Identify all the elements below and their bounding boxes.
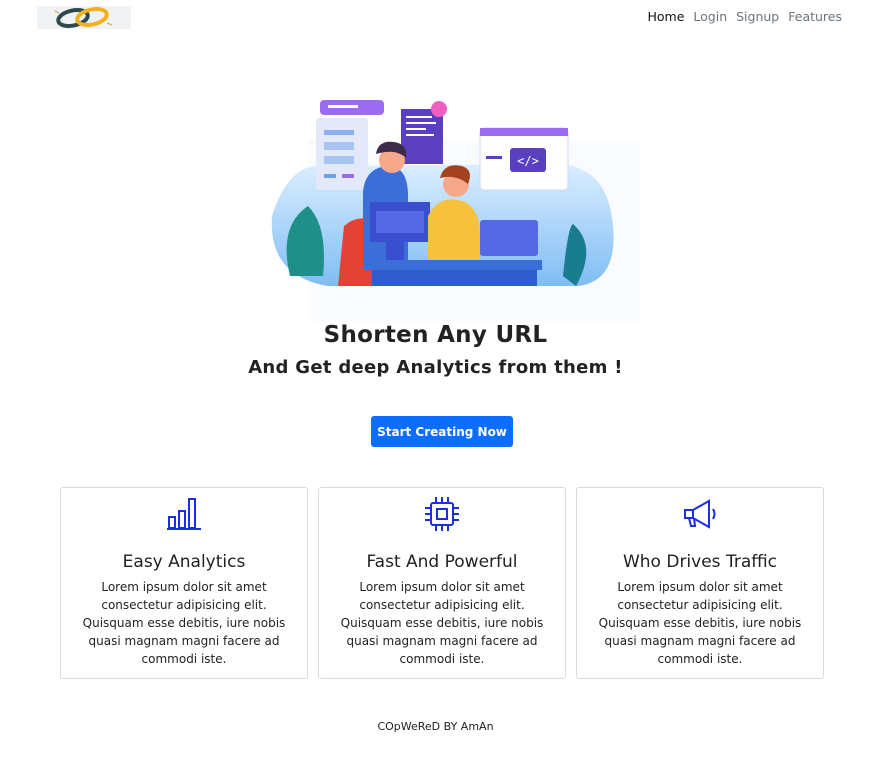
feature-card-analytics: Easy Analytics Lorem ipsum dolor sit ame…: [60, 487, 308, 679]
feature-text: Lorem ipsum dolor sit amet consectetur a…: [598, 580, 802, 666]
features-section: Easy Analytics Lorem ipsum dolor sit ame…: [60, 487, 824, 679]
feature-title: Easy Analytics: [122, 552, 246, 572]
navbar: Home Login Signup Features: [0, 0, 871, 34]
start-creating-button[interactable]: Start Creating Now: [371, 416, 513, 447]
nav-link-login[interactable]: Login: [693, 9, 727, 24]
feature-card-traffic: Who Drives Traffic Lorem ipsum dolor sit…: [576, 487, 824, 679]
hero-title: Shorten Any URL: [323, 322, 548, 348]
megaphone-icon: [577, 496, 823, 532]
feature-title: Who Drives Traffic: [622, 552, 778, 572]
feature-text: Lorem ipsum dolor sit amet consectetur a…: [82, 580, 286, 666]
nav-link-signup[interactable]: Signup: [736, 9, 779, 24]
bar-chart-icon: [61, 496, 307, 532]
nav-link-features[interactable]: Features: [788, 9, 842, 24]
feature-title: Fast And Powerful: [366, 552, 518, 572]
svg-text:</>: </>: [517, 154, 539, 168]
nav-links: Home Login Signup Features: [647, 9, 842, 24]
hero-subtitle: And Get deep Analytics from them !: [248, 357, 623, 378]
chain-link-logo[interactable]: [37, 6, 131, 29]
feature-text: Lorem ipsum dolor sit amet consectetur a…: [340, 580, 544, 666]
cpu-chip-icon: [319, 496, 565, 532]
feature-card-fast: Fast And Powerful Lorem ipsum dolor sit …: [318, 487, 566, 679]
nav-link-home[interactable]: Home: [647, 9, 684, 24]
hero-illustration: </>: [268, 96, 640, 322]
footer-credit: COpWeReD BY AmAn: [377, 720, 494, 733]
